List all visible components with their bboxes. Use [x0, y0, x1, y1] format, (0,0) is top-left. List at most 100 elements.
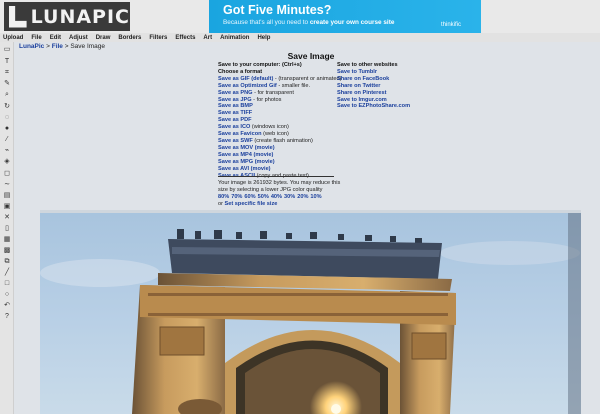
- format-item: Save as JPG - for photos: [218, 97, 338, 104]
- layers-tool-icon[interactable]: ▦: [3, 236, 11, 244]
- menu-art[interactable]: Art: [203, 35, 212, 41]
- breadcrumb-file[interactable]: File: [52, 43, 63, 50]
- file-size-info: Your image is 261932 bytes. You may redu…: [218, 180, 342, 208]
- rotate-tool-icon[interactable]: ↻: [3, 103, 11, 111]
- menu-bar: Upload File Edit Adjust Draw Borders Fil…: [0, 33, 600, 42]
- lasso-tool-icon[interactable]: ◌: [3, 114, 11, 122]
- quality-option[interactable]: 40%: [271, 194, 282, 200]
- select-tool-icon[interactable]: ▭: [3, 46, 11, 54]
- help-tool-icon[interactable]: ?: [3, 313, 11, 321]
- menu-borders[interactable]: Borders: [118, 35, 141, 41]
- menu-filters[interactable]: Filters: [149, 35, 167, 41]
- format-item: Save as PDF: [218, 117, 338, 124]
- save-pdf-link[interactable]: Save as PDF: [218, 117, 252, 123]
- divider: [218, 176, 334, 177]
- save-mpg-link[interactable]: Save as MPG (movie): [218, 159, 275, 165]
- breadcrumb-lunapic[interactable]: LunaPic: [19, 43, 44, 50]
- logo-text: LUNAPIC: [30, 5, 130, 28]
- quality-option[interactable]: 80%: [218, 194, 229, 200]
- menu-edit[interactable]: Edit: [50, 35, 61, 41]
- quality-option[interactable]: 60%: [244, 194, 255, 200]
- pencil-tool-icon[interactable]: ✎: [3, 80, 11, 88]
- format-item: Save as BMP: [218, 103, 338, 110]
- menu-file[interactable]: File: [31, 35, 41, 41]
- eyedropper-tool-icon[interactable]: ⁄: [3, 136, 11, 144]
- circle-tool-icon[interactable]: ○: [3, 291, 11, 299]
- save-favicon-link[interactable]: Save as Favicon: [218, 131, 262, 137]
- save-mov-link[interactable]: Save as MOV (movie): [218, 145, 275, 151]
- format-item: Save as ICO (windows icon): [218, 124, 338, 131]
- share-pinterest-link[interactable]: Share on Pinterest: [337, 90, 386, 96]
- save-bmp-link[interactable]: Save as BMP: [218, 103, 253, 109]
- quality-option[interactable]: 50%: [258, 194, 269, 200]
- line-tool-icon[interactable]: ╱: [3, 269, 11, 277]
- format-item: Save as PNG - for transparent: [218, 90, 338, 97]
- format-item: Save as TIFF: [218, 110, 338, 117]
- fill-tool-icon[interactable]: ◈: [3, 158, 11, 166]
- header: LUNAPIC Got Five Minutes? Because that's…: [0, 0, 600, 33]
- undo-tool-icon[interactable]: ↶: [3, 302, 11, 310]
- page-tool-icon[interactable]: ▯: [3, 225, 11, 233]
- close-tool-icon[interactable]: ✕: [3, 214, 11, 222]
- format-desc: (create flash animation): [252, 137, 313, 144]
- format-item: Save as GIF (default) - (transparent or …: [218, 75, 342, 83]
- image-tool-icon[interactable]: ▩: [3, 247, 11, 255]
- tool-sidebar: ▭ T ⌗ ✎ ⌕ ↻ ◌ ● ⁄ ⌁ ◈ ◻ ∼ ▤ ▣ ✕ ▯ ▦ ▩ ⧉ …: [0, 42, 14, 414]
- arc-de-triomphe-photo: [40, 213, 581, 414]
- save-ico-link[interactable]: Save as ICO: [218, 124, 250, 130]
- save-swf-link[interactable]: Save as SWF: [218, 138, 253, 144]
- menu-help[interactable]: Help: [257, 35, 270, 41]
- save-gif-link[interactable]: Save as GIF (default): [218, 76, 273, 82]
- set-file-size-link[interactable]: Set specific file size: [225, 201, 278, 207]
- brush-tool-icon[interactable]: ⌁: [3, 147, 11, 155]
- text-tool-icon[interactable]: T: [3, 58, 11, 66]
- ad-subtitle: Because that's all you need to create yo…: [223, 19, 395, 26]
- menu-animation[interactable]: Animation: [220, 35, 249, 41]
- save-avi-link[interactable]: Save as AVI (movie): [218, 166, 271, 172]
- gradient-tool-icon[interactable]: ▤: [3, 192, 11, 200]
- format-desc: (web icon): [261, 131, 289, 138]
- shapes-tool-icon[interactable]: ⧉: [3, 258, 11, 266]
- save-ezphotoshare-link[interactable]: Save to EZPhotoShare.com: [337, 103, 410, 109]
- other-websites-column: Save to other websites Save to Tumblr Sh…: [337, 62, 437, 110]
- quality-option[interactable]: 30%: [284, 194, 295, 200]
- rectangle-tool-icon[interactable]: □: [3, 280, 11, 288]
- format-desc: - (transparent or animated): [273, 75, 342, 82]
- share-facebook-link[interactable]: Share on FaceBook: [337, 76, 389, 82]
- quality-option[interactable]: 20%: [297, 194, 308, 200]
- format-desc: - for transparent: [252, 89, 294, 96]
- save-jpg-link[interactable]: Save as JPG: [218, 97, 252, 103]
- paint-tool-icon[interactable]: ●: [3, 125, 11, 133]
- format-desc: (windows icon): [250, 124, 289, 131]
- format-item: Save as MOV (movie): [218, 145, 338, 152]
- format-item: Save as AVI (movie): [218, 166, 338, 173]
- menu-draw[interactable]: Draw: [96, 35, 111, 41]
- quality-option[interactable]: 70%: [231, 194, 242, 200]
- advertisement-banner[interactable]: Got Five Minutes? Because that's all you…: [209, 0, 481, 33]
- save-png-link[interactable]: Save as PNG: [218, 90, 253, 96]
- format-item: Save as Favicon (web icon): [218, 131, 338, 138]
- lunapic-logo[interactable]: LUNAPIC: [4, 2, 130, 31]
- format-item: Save as Optimized Gif - smaller file.: [218, 83, 338, 90]
- save-imgur-link[interactable]: Save to Imgur.com: [337, 97, 387, 103]
- save-mp4-link[interactable]: Save as MP4 (movie): [218, 152, 273, 158]
- eraser-tool-icon[interactable]: ◻: [3, 170, 11, 178]
- choose-format-label: Choose a format: [218, 68, 263, 75]
- format-desc: - smaller file.: [276, 82, 311, 89]
- menu-adjust[interactable]: Adjust: [69, 35, 88, 41]
- save-optimized-gif-link[interactable]: Save as Optimized Gif: [218, 83, 277, 89]
- share-twitter-link[interactable]: Share on Twitter: [337, 83, 380, 89]
- format-item: Save as SWF (create flash animation): [218, 138, 338, 145]
- breadcrumb-current: Save Image: [70, 43, 106, 50]
- save-tumblr-link[interactable]: Save to Tumblr: [337, 69, 377, 75]
- save-tiff-link[interactable]: Save as TIFF: [218, 110, 252, 116]
- menu-upload[interactable]: Upload: [3, 35, 23, 41]
- quality-option[interactable]: 10%: [310, 194, 321, 200]
- smudge-tool-icon[interactable]: ∼: [3, 181, 11, 189]
- crop-tool-icon[interactable]: ⌗: [3, 69, 11, 77]
- zoom-tool-icon[interactable]: ⌕: [3, 91, 11, 99]
- save-formats-column: Save to your computer: (Ctrl+s) Choose a…: [218, 62, 342, 179]
- menu-effects[interactable]: Effects: [175, 35, 195, 41]
- breadcrumb-separator: >: [44, 43, 52, 50]
- save-tool-icon[interactable]: ▣: [3, 203, 11, 211]
